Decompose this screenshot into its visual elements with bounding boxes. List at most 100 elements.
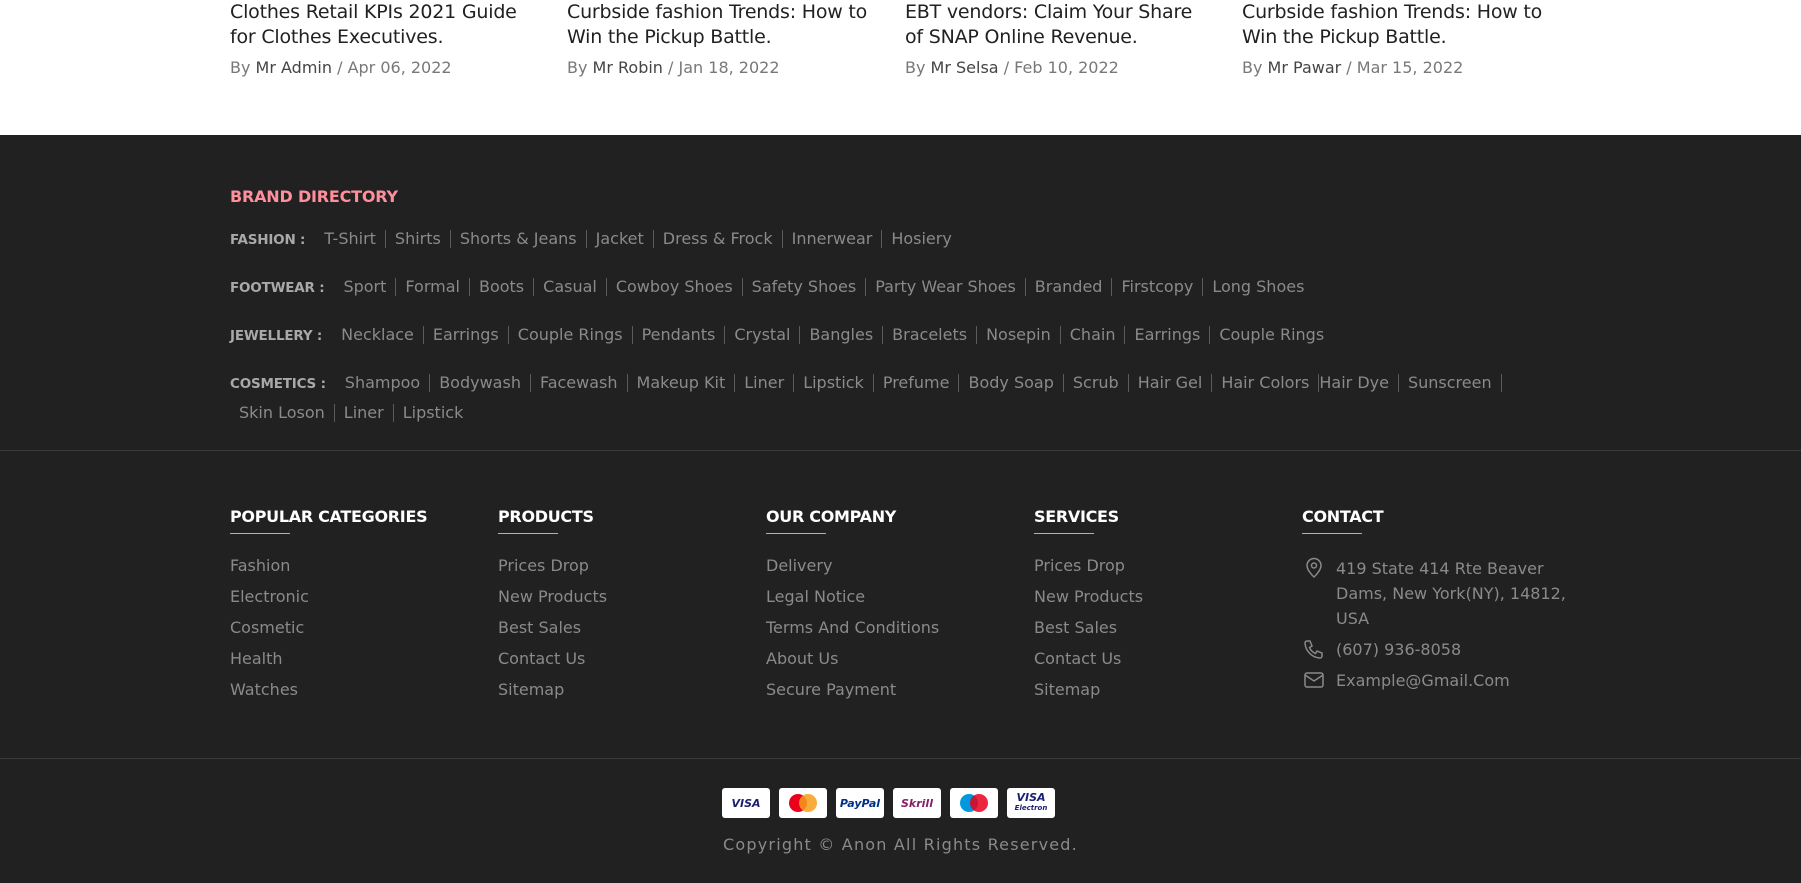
brand-link[interactable]: Crystal <box>725 326 801 344</box>
brand-link[interactable]: Liner <box>735 374 795 392</box>
footer-link[interactable]: Contact Us <box>1034 649 1294 669</box>
blog-card[interactable]: Curbside fashion Trends: How to Win the … <box>567 0 877 77</box>
blog-title[interactable]: Curbside fashion Trends: How to Win the … <box>1242 0 1552 50</box>
brand-link[interactable]: Cowboy Shoes <box>607 278 743 296</box>
blog-author[interactable]: Mr Selsa <box>931 58 999 77</box>
brand-link[interactable]: Bangles <box>800 326 884 344</box>
skrill-icon: Skrill <box>893 788 941 818</box>
brand-link[interactable]: Pendants <box>633 326 726 344</box>
footer-link[interactable]: Health <box>230 649 490 669</box>
brand-link[interactable]: Makeup Kit <box>628 374 736 392</box>
footer-link[interactable]: Electronic <box>230 587 490 607</box>
footer-link[interactable]: Best Sales <box>1034 618 1294 638</box>
blog-title[interactable]: Clothes Retail KPIs 2021 Guide for Cloth… <box>230 0 540 50</box>
brand-link[interactable]: Safety Shoes <box>743 278 867 296</box>
brand-row: Fashion : T-Shirt Shirts Shorts & Jeans Jack… <box>230 228 1570 258</box>
brand-link[interactable]: Necklace <box>332 326 424 344</box>
footer-link[interactable]: New Products <box>498 587 758 607</box>
brand-row: Footwear : Sport Formal Boots Casual Cowboy S… <box>230 276 1570 306</box>
blog-meta: By Mr Pawar / Mar 15, 2022 <box>1242 58 1552 77</box>
footer-link[interactable]: New Products <box>1034 587 1294 607</box>
brand-link[interactable]: Bracelets <box>883 326 978 344</box>
brand-row-label: Fashion : <box>230 232 306 248</box>
footer-nav-column: Our Company Delivery Legal Notice Terms And… <box>766 507 1026 711</box>
brand-link[interactable]: Branded <box>1026 278 1113 296</box>
brand-link[interactable]: Casual <box>534 278 607 296</box>
brand-link[interactable]: Bodywash <box>430 374 531 392</box>
footer-nav-column: Products Prices Drop New Products Best Sale… <box>498 507 758 711</box>
footer-link[interactable]: Contact Us <box>498 649 758 669</box>
blog-card[interactable]: Clothes Retail KPIs 2021 Guide for Cloth… <box>230 0 540 77</box>
footer-link[interactable]: Cosmetic <box>230 618 490 638</box>
footer-link-list: Delivery Legal Notice Terms And Conditions… <box>766 556 1026 700</box>
brand-link[interactable]: Party Wear Shoes <box>866 278 1026 296</box>
footer-link[interactable]: About Us <box>766 649 1026 669</box>
blog-card[interactable]: EBT vendors: Claim Your Share of SNAP On… <box>905 0 1215 77</box>
contact-phone[interactable]: (607) 936-8058 <box>1302 637 1582 662</box>
brand-link[interactable]: Boots <box>470 278 535 296</box>
brand-link[interactable]: Earrings <box>424 326 509 344</box>
brand-link[interactable]: Sunscreen <box>1399 374 1502 392</box>
footer-link[interactable]: Secure Payment <box>766 680 1026 700</box>
payment-methods: VISA PayPal Skrill VISA Electron <box>722 788 1055 818</box>
contact-email[interactable]: Example@Gmail.Com <box>1302 668 1582 693</box>
blog-title[interactable]: EBT vendors: Claim Your Share of SNAP On… <box>905 0 1215 50</box>
brand-link[interactable]: Hosiery <box>882 230 961 248</box>
blog-by: By <box>1242 58 1263 77</box>
blog-author[interactable]: Mr Pawar <box>1268 58 1342 77</box>
footer-link[interactable]: Delivery <box>766 556 1026 576</box>
brand-link[interactable]: Nosepin <box>977 326 1061 344</box>
blog-title[interactable]: Curbside fashion Trends: How to Win the … <box>567 0 877 50</box>
brand-link[interactable]: Firstcopy <box>1112 278 1204 296</box>
footer-link[interactable]: Legal Notice <box>766 587 1026 607</box>
brand-link[interactable]: Lipstick <box>394 404 473 422</box>
brand-link[interactable]: Facewash <box>531 374 628 392</box>
brand-link[interactable]: Couple Rings <box>1210 326 1333 344</box>
blog-date: Feb 10, 2022 <box>1014 58 1119 77</box>
mail-icon <box>1304 672 1324 688</box>
brand-link[interactable]: Long Shoes <box>1203 278 1313 296</box>
brand-link[interactable]: Prefume <box>874 374 960 392</box>
brand-link[interactable]: Sport <box>334 278 397 296</box>
brand-link[interactable]: Hair Colors <box>1212 374 1320 392</box>
brand-link[interactable]: Liner <box>335 404 394 422</box>
footer-link[interactable]: Best Sales <box>498 618 758 638</box>
blog-meta: By Mr Admin / Apr 06, 2022 <box>230 58 540 77</box>
brand-row: Cosmetics : Shampoo Bodywash Facewash Makeup… <box>230 372 1570 432</box>
footer-columns: Popular Categories Fashion Electronic Cosme… <box>230 507 1570 707</box>
brand-link[interactable]: Skin Loson <box>230 404 335 422</box>
brand-link[interactable]: Scrub <box>1064 374 1129 392</box>
brand-link[interactable]: Chain <box>1061 326 1126 344</box>
brand-link[interactable]: Dress & Frock <box>654 230 783 248</box>
footer-link[interactable]: Terms And Conditions <box>766 618 1026 638</box>
blog-author[interactable]: Mr Admin <box>256 58 332 77</box>
brand-link[interactable]: Shirts <box>386 230 451 248</box>
brand-link[interactable]: Innerwear <box>783 230 883 248</box>
brand-link[interactable]: Earrings <box>1125 326 1211 344</box>
blog-date: Mar 15, 2022 <box>1356 58 1464 77</box>
brand-link[interactable]: T-Shirt <box>315 230 386 248</box>
brand-link[interactable]: Lipstick <box>794 374 874 392</box>
brand-rows: Fashion : T-Shirt Shirts Shorts & Jeans Jack… <box>230 228 1570 432</box>
brand-link[interactable]: Body Soap <box>959 374 1064 392</box>
brand-link[interactable]: Couple Rings <box>509 326 633 344</box>
footer-link-list: Fashion Electronic Cosmetic Health Watches <box>230 556 490 700</box>
brand-link[interactable]: Shorts & Jeans <box>451 230 587 248</box>
brand-directory-title: Brand Directory <box>230 187 398 206</box>
brand-link[interactable]: Jacket <box>587 230 654 248</box>
brand-link[interactable]: Hair Dye <box>1319 374 1399 392</box>
footer-link[interactable]: Sitemap <box>1034 680 1294 700</box>
footer-link[interactable]: Sitemap <box>498 680 758 700</box>
footer-link[interactable]: Prices Drop <box>498 556 758 576</box>
footer-link[interactable]: Fashion <box>230 556 490 576</box>
footer-link-list: Prices Drop New Products Best Sales Contact… <box>1034 556 1294 700</box>
footer-link[interactable]: Watches <box>230 680 490 700</box>
contact-address[interactable]: 419 State 414 Rte Beaver Dams, New York(… <box>1302 556 1582 631</box>
footer-link[interactable]: Prices Drop <box>1034 556 1294 576</box>
brand-link[interactable]: Hair Gel <box>1129 374 1213 392</box>
blog-author[interactable]: Mr Robin <box>593 58 663 77</box>
footer-nav-column: Services Prices Drop New Products Best Sale… <box>1034 507 1294 711</box>
brand-link[interactable]: Shampoo <box>336 374 431 392</box>
brand-link[interactable]: Formal <box>396 278 470 296</box>
blog-card[interactable]: Curbside fashion Trends: How to Win the … <box>1242 0 1552 77</box>
